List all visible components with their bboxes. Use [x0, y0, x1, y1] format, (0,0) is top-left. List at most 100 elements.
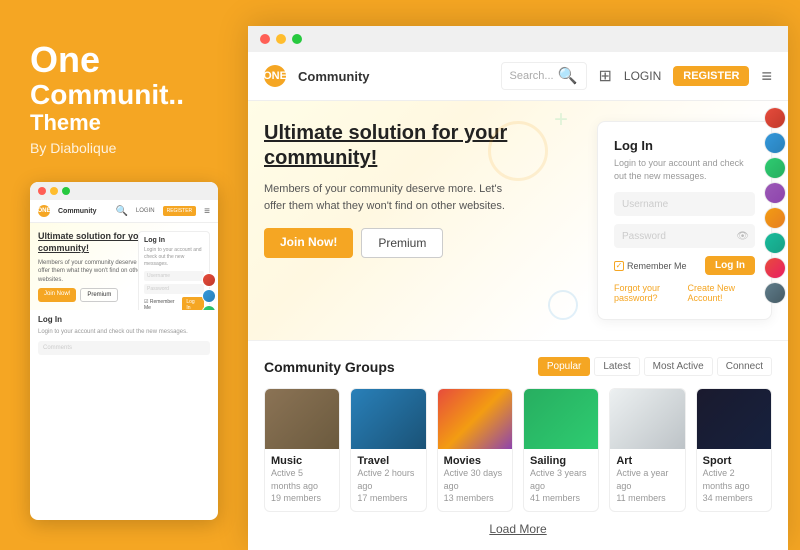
main-grid-icon[interactable]: ⊞ [599, 66, 612, 86]
mini-remember-label: ☑ Remember Me [144, 299, 182, 310]
mini-username-input[interactable]: Username [144, 271, 204, 281]
group-meta-sailing: Active 3 years ago41 members [530, 467, 592, 505]
tab-connect[interactable]: Connect [717, 357, 772, 376]
forgot-password-link[interactable]: Forgot your password? [614, 283, 688, 303]
dot-green [62, 187, 70, 195]
orange-top-bar [248, 12, 788, 26]
group-image-art [610, 389, 684, 449]
right-avatar-2 [764, 132, 786, 154]
group-card-movies: Movies Active 30 days ago13 members [437, 388, 513, 512]
mini-avatar-3 [202, 305, 216, 310]
main-dot-red [260, 34, 270, 44]
right-avatar-4 [764, 182, 786, 204]
mini-login-sub: Login to your account and check out the … [144, 247, 204, 268]
group-name-sailing: Sailing [530, 455, 592, 467]
main-search-placeholder: Search... [510, 70, 554, 82]
mini-login-btn[interactable]: Log In [182, 297, 204, 310]
hero-buttons: Join Now! Premium [264, 228, 581, 258]
login-box: Log In Login to your account and check o… [597, 121, 772, 320]
mini-premium-btn[interactable]: Premium [80, 288, 118, 302]
mini-logo: ONE [38, 205, 50, 217]
hero-premium-btn[interactable]: Premium [361, 228, 443, 258]
right-avatar-1 [764, 107, 786, 129]
main-dot-yellow [276, 34, 286, 44]
group-image-sport [697, 389, 771, 449]
tab-latest[interactable]: Latest [594, 357, 639, 376]
mini-login-row: ☑ Remember Me Log In [144, 297, 204, 310]
main-logo-dot: ONE [264, 65, 286, 87]
mini-comments-field[interactable]: Comments [38, 341, 210, 355]
right-avatar-6 [764, 232, 786, 254]
password-eye-icon: 👁 [736, 231, 749, 242]
brand-by: By Diabolique [30, 140, 218, 156]
login-options-row: ✓ Remember Me Log In [614, 256, 755, 275]
group-image-movies [438, 389, 512, 449]
group-name-music: Music [271, 455, 333, 467]
main-logo-text: Community [298, 69, 370, 84]
login-links: Forgot your password? Create New Account… [614, 283, 755, 303]
main-dot-green [292, 34, 302, 44]
login-username-input[interactable]: Username [614, 192, 755, 216]
mini-login-title: Log In [144, 237, 204, 244]
login-remember-checkbox[interactable]: ✓ [614, 261, 624, 271]
checkbox-check-icon: ✓ [616, 261, 623, 270]
mini-browser-bar [30, 182, 218, 200]
brand-subtitle: Communit.. [30, 80, 218, 111]
group-image-music [265, 389, 339, 449]
group-meta-movies: Active 30 days ago13 members [444, 467, 506, 505]
mini-hamburger-icon: ≡ [204, 206, 210, 217]
login-submit-btn[interactable]: Log In [705, 256, 755, 275]
main-nav: ONE Community Search... 🔍 ⊞ LOGIN REGIST… [248, 52, 788, 101]
section-header: Community Groups Popular Latest Most Act… [264, 357, 772, 376]
main-register-btn[interactable]: REGISTER [673, 66, 749, 86]
mini-avatar-1 [202, 273, 216, 287]
right-avatar-8 [764, 282, 786, 304]
right-avatar-7 [764, 257, 786, 279]
brand-theme: Theme [30, 110, 218, 136]
group-image-travel [351, 389, 425, 449]
mini-nav: ONE Community 🔍 LOGIN REGISTER ≡ [30, 200, 218, 223]
groups-tabs: Popular Latest Most Active Connect [538, 357, 772, 376]
main-hamburger-icon[interactable]: ≡ [761, 66, 772, 87]
mini-password-input[interactable]: Password [144, 284, 204, 294]
group-info-sailing: Sailing Active 3 years ago41 members [524, 449, 598, 511]
mini-avatars [202, 273, 216, 310]
main-browser-content: ONE Community Search... 🔍 ⊞ LOGIN REGIST… [248, 52, 788, 550]
mini-search-icon: 🔍 [115, 206, 127, 217]
right-avatar-3 [764, 157, 786, 179]
login-box-subtitle: Login to your account and check out the … [614, 157, 755, 182]
tab-popular[interactable]: Popular [538, 357, 590, 376]
group-name-sport: Sport [703, 455, 765, 467]
group-info-music: Music Active 5 months ago19 members [265, 449, 339, 511]
create-account-link[interactable]: Create New Account! [688, 283, 756, 303]
group-meta-music: Active 5 months ago19 members [271, 467, 333, 505]
login-password-input[interactable]: Password 👁 [614, 224, 755, 248]
group-card-music: Music Active 5 months ago19 members [264, 388, 340, 512]
load-more[interactable]: Load More [264, 512, 772, 546]
mini-hero: Ultimate solution for your community! Me… [30, 223, 218, 310]
group-meta-art: Active a year ago11 members [616, 467, 678, 505]
main-search-area[interactable]: Search... 🔍 [501, 62, 587, 90]
groups-section-title: Community Groups [264, 359, 395, 375]
main-search-icon[interactable]: 🔍 [558, 66, 578, 86]
group-cards-list: Music Active 5 months ago19 members Trav… [264, 388, 772, 512]
main-login-link[interactable]: LOGIN [624, 69, 661, 83]
hero-title: Ultimate solution for your community! [264, 121, 581, 171]
mini-join-btn[interactable]: Join Now! [38, 288, 76, 302]
group-card-travel: Travel Active 2 hours ago17 members [350, 388, 426, 512]
right-avatars-column [760, 101, 788, 340]
dot-red [38, 187, 46, 195]
group-info-movies: Movies Active 30 days ago13 members [438, 449, 512, 511]
group-image-sailing [524, 389, 598, 449]
group-meta-sport: Active 2 months ago34 members [703, 467, 765, 505]
mini-login-section-sub: Login to your account and check out the … [30, 329, 218, 338]
group-card-sport: Sport Active 2 months ago34 members [696, 388, 772, 512]
mini-register-btn[interactable]: REGISTER [163, 206, 197, 216]
hero-section: Ultimate solution for your community! Me… [248, 101, 788, 340]
tab-most-active[interactable]: Most Active [644, 357, 713, 376]
load-more-link[interactable]: Load More [489, 522, 546, 536]
mini-login-link: LOGIN [136, 208, 155, 214]
group-card-art: Art Active a year ago11 members [609, 388, 685, 512]
login-box-title: Log In [614, 138, 755, 153]
hero-join-btn[interactable]: Join Now! [264, 228, 353, 258]
